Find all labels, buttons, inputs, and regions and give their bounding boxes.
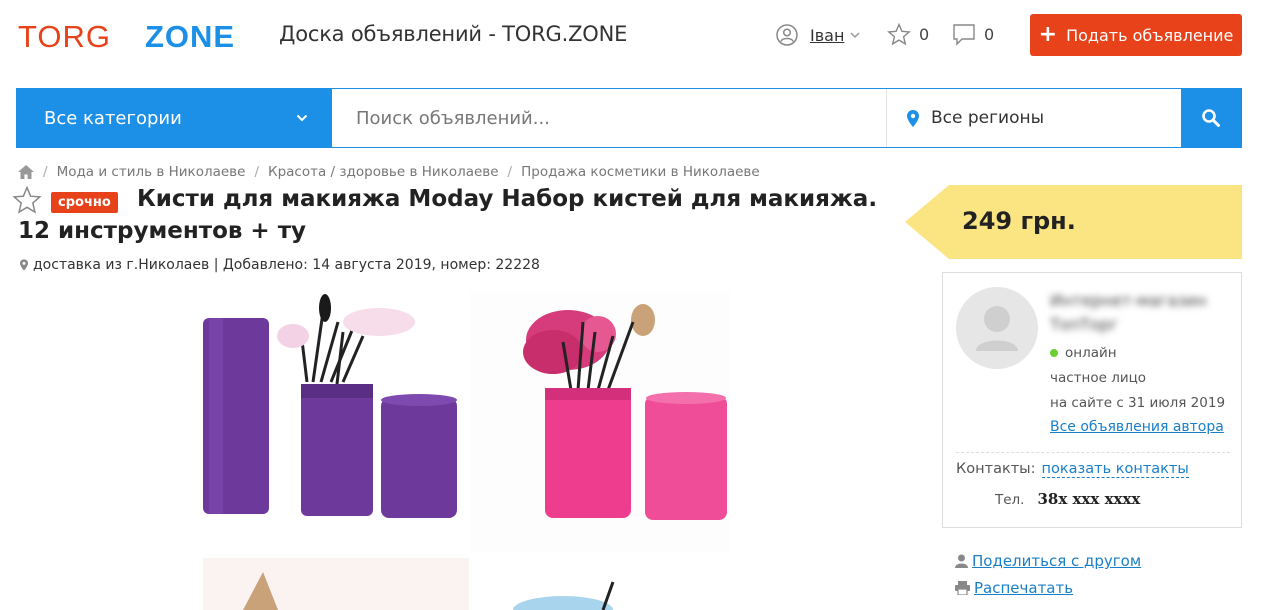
breadcrumb-item[interactable]: Красота / здоровье в Николаеве: [268, 164, 499, 180]
breadcrumb-item[interactable]: Продажа косметики в Николаеве: [521, 164, 760, 180]
share-link[interactable]: Поделиться с другом: [955, 552, 1141, 570]
region-label: Все регионы: [931, 108, 1045, 128]
star-icon: [887, 23, 911, 46]
search-bar: Все категории Поиск объявлений... Все ре…: [16, 88, 1242, 148]
price: 249 грн.: [962, 207, 1076, 235]
location-pin-icon: [907, 109, 919, 127]
contacts-row: Контакты: показать контакты: [956, 461, 1189, 478]
favorites-link[interactable]: 0: [887, 23, 929, 46]
online-dot-icon: [1050, 349, 1058, 357]
user-icon: [955, 554, 968, 568]
search-button[interactable]: [1181, 89, 1241, 147]
post-ad-label: Подать объявление: [1066, 25, 1234, 45]
printer-icon: [955, 581, 970, 595]
home-icon[interactable]: [18, 165, 34, 179]
user-icon: [776, 24, 798, 46]
category-select-label: Все категории: [44, 107, 182, 129]
print-link[interactable]: Распечатать: [955, 579, 1073, 597]
svg-text:ZONE: ZONE: [145, 19, 235, 54]
divider: [956, 452, 1230, 453]
contacts-label: Контакты:: [956, 461, 1036, 477]
search-placeholder: Поиск объявлений...: [356, 107, 550, 129]
share-label: Поделиться с другом: [972, 552, 1142, 570]
listing-meta-text: доставка из г.Николаев | Добавлено: 14 а…: [33, 257, 540, 273]
online-status: онлайн: [1050, 345, 1117, 361]
phone-label: Тел.: [995, 492, 1025, 508]
phone-value: 38x xxx xxxx: [1037, 490, 1141, 508]
seller-card: Интернет-магазин ТопТорг онлайн частное …: [942, 272, 1242, 528]
member-since: на сайте с 31 июля 2019: [1050, 395, 1226, 411]
search-input[interactable]: Поиск объявлений...: [332, 89, 887, 147]
chevron-down-icon: [296, 114, 308, 122]
show-contacts-link[interactable]: показать контакты: [1041, 461, 1189, 478]
site-logo[interactable]: TORG ZONE: [18, 18, 268, 54]
seller-name[interactable]: Интернет-магазин ТопТорг: [1050, 289, 1220, 339]
svg-text:TORG: TORG: [18, 19, 111, 54]
breadcrumb-separator: /: [254, 164, 259, 180]
site-title: Доска объявлений - TORG.ZONE: [279, 22, 628, 46]
messages-count: 0: [984, 25, 995, 44]
chevron-down-icon[interactable]: [850, 31, 860, 39]
breadcrumb-separator: /: [43, 164, 48, 180]
region-select[interactable]: Все регионы: [887, 89, 1181, 147]
category-select[interactable]: Все категории: [17, 89, 332, 147]
post-ad-button[interactable]: + Подать объявление: [1030, 14, 1242, 56]
plus-icon: +: [1038, 22, 1058, 47]
favorites-count: 0: [919, 25, 930, 44]
message-icon: [953, 24, 975, 46]
product-image: [203, 292, 730, 610]
messages-link[interactable]: 0: [952, 23, 994, 46]
avatar: [956, 287, 1038, 369]
listing-title-continued: 12 инструментов + ту: [18, 218, 307, 244]
logo-graphic: TORG ZONE: [18, 19, 235, 54]
search-icon: [1202, 109, 1220, 127]
seller-type: частное лицо: [1050, 370, 1147, 386]
user-avatar-icon: [976, 306, 1018, 351]
online-status-text: онлайн: [1065, 345, 1117, 361]
listing-meta: доставка из г.Николаев | Добавлено: 14 а…: [20, 257, 540, 273]
user-menu[interactable]: Іван: [776, 22, 860, 48]
user-name[interactable]: Іван: [810, 26, 844, 45]
phone-row: Тел. 38x xxx xxxx: [995, 490, 1140, 508]
listing-title: Кисти для макияжа Moday Набор кистей для…: [137, 186, 878, 212]
product-photo[interactable]: [203, 292, 730, 610]
print-label: Распечатать: [974, 579, 1074, 597]
location-pin-icon: [20, 259, 28, 271]
add-to-favorites-icon[interactable]: [12, 186, 42, 215]
breadcrumb-separator: /: [507, 164, 513, 180]
all-seller-ads-link[interactable]: Все объявления автора: [1050, 419, 1224, 435]
breadcrumb-item[interactable]: Мода и стиль в Николаеве: [57, 164, 246, 180]
urgent-badge: срочно: [51, 192, 118, 213]
breadcrumb: / Мода и стиль в Николаеве / Красота / з…: [18, 164, 760, 180]
